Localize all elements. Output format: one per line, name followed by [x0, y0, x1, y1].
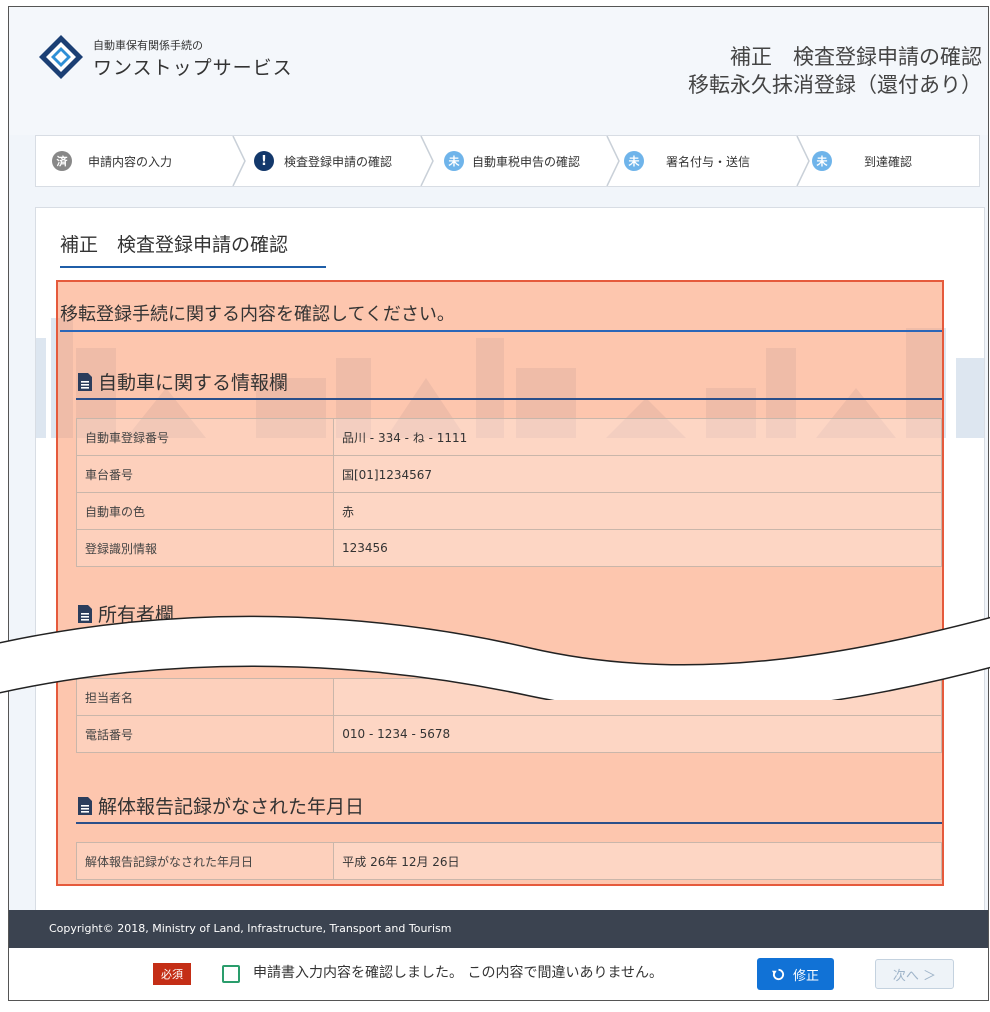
chevron-right-icon [796, 136, 810, 186]
intro-text: 移転登録手続に関する内容を確認してください。 [60, 304, 455, 325]
row-value: 赤 [332, 492, 942, 530]
confirmation-area: 移転登録手続に関する内容を確認してください。 自動車に関する情報欄 自動車登録番… [56, 280, 944, 886]
row-label: 車台番号 [76, 455, 334, 493]
dismantle-info-table: 解体報告記録がなされた年月日 平成 26年 12月 26日 [75, 842, 942, 880]
row-value: 平成 26年 12月 26日 [333, 842, 942, 880]
panel-title-underline [60, 266, 326, 268]
app-window: 自動車保有関係手続の ワンストップサービス 補正 検査登録申請の確認 移転永久抹… [8, 6, 989, 1001]
step-review: ! 検査登録申請の確認 [254, 136, 392, 186]
row-label: 解体報告記録がなされた年月日 [75, 842, 335, 880]
table-row: 解体報告記録がなされた年月日 平成 26年 12月 26日 [75, 842, 942, 880]
chevron-right-icon [232, 136, 246, 186]
main-panel: 補正 検査登録申請の確認 移転登録手続に関する内容を確認してください。 自動車に… [35, 207, 985, 919]
page-heading-line2: 移転永久抹消登録（還付あり） [688, 73, 982, 97]
page-heading: 補正 検査登録申請の確認 移転永久抹消登録（還付あり） [688, 43, 982, 99]
pending-icon: 未 [444, 151, 464, 171]
vehicle-info-table: 自動車登録番号 品川 - 334 - ね - 1111 車台番号 国[01]12… [76, 418, 942, 567]
fix-button[interactable]: 修正 [757, 958, 834, 990]
copyright-text: Copyright© 2018, Ministry of Land, Infra… [49, 922, 452, 935]
step-label: 署名付与・送信 [666, 154, 751, 169]
logo-icon [39, 35, 83, 79]
step-arrival: 未 到達確認 [812, 136, 912, 186]
table-row: 自動車登録番号 品川 - 334 - ね - 1111 [76, 418, 942, 456]
table-row: 電話番号 010 - 1234 - 5678 [75, 715, 942, 753]
row-label: 登録識別情報 [76, 529, 334, 567]
confirm-label[interactable]: 申請書入力内容を確認しました。 この内容で間違いありません。 [253, 962, 663, 982]
header: 自動車保有関係手続の ワンストップサービス 補正 検査登録申請の確認 移転永久抹… [9, 7, 988, 135]
table-row: 自動車の色 赤 [76, 492, 942, 530]
table-row: 車台番号 国[01]1234567 [76, 455, 942, 493]
step-label: 検査登録申請の確認 [284, 154, 393, 169]
row-value: 国[01]1234567 [332, 455, 942, 493]
section-title-vehicle: 自動車に関する情報欄 [76, 368, 288, 395]
action-bar: 必須 申請書入力内容を確認しました。 この内容で間違いありません。 修正 次へ … [9, 948, 988, 1000]
done-icon: 済 [52, 151, 72, 171]
brand-subtitle: 自動車保有関係手続の [93, 39, 203, 52]
fix-button-label: 修正 [792, 968, 819, 984]
row-value: 123456 [332, 529, 942, 567]
row-value: 010 - 1234 - 5678 [333, 715, 942, 753]
document-icon [78, 372, 92, 391]
row-value: 品川 - 334 - ね - 1111 [332, 418, 942, 456]
brand-title: ワンストップサービス [93, 57, 293, 79]
row-label: 自動車の色 [76, 492, 334, 530]
next-button[interactable]: 次へ ＞ [875, 959, 954, 989]
undo-icon [771, 968, 785, 980]
section-underline [76, 398, 942, 400]
intro-underline [60, 330, 942, 332]
chevron-right-icon [420, 136, 434, 186]
page-heading-line1: 補正 検査登録申請の確認 [730, 45, 982, 69]
panel-title: 補正 検査登録申請の確認 [60, 234, 289, 256]
row-label: 自動車登録番号 [76, 418, 334, 456]
row-label: 電話番号 [75, 715, 335, 753]
step-tax: 未 自動車税申告の確認 [444, 136, 580, 186]
step-sign: 未 署名付与・送信 [624, 136, 750, 186]
step-label: 自動車税申告の確認 [472, 154, 581, 169]
required-badge: 必須 [153, 963, 191, 985]
alert-icon: ! [254, 151, 274, 171]
confirm-checkbox[interactable] [222, 965, 240, 983]
table-row: 登録識別情報 123456 [76, 529, 942, 567]
next-button-label: 次へ ＞ [892, 968, 937, 984]
chevron-right-icon [606, 136, 620, 186]
page-break-wave [0, 615, 990, 700]
section-title-text: 自動車に関する情報欄 [98, 372, 289, 394]
footer: Copyright© 2018, Ministry of Land, Infra… [9, 910, 988, 948]
step-label: 申請内容の入力 [88, 154, 173, 169]
step-label: 到達確認 [864, 154, 913, 169]
pending-icon: 未 [624, 151, 644, 171]
document-icon [78, 796, 92, 815]
section-title-dismantle: 解体報告記録がなされた年月日 [76, 792, 364, 819]
step-progress: 済 申請内容の入力 ! 検査登録申請の確認 未 自動車税申告の確認 未 署名付与… [35, 135, 980, 187]
section-title-text: 解体報告記録がなされた年月日 [98, 796, 365, 818]
step-input: 済 申請内容の入力 [52, 136, 172, 186]
pending-icon: 未 [812, 151, 832, 171]
section-underline [76, 822, 942, 824]
